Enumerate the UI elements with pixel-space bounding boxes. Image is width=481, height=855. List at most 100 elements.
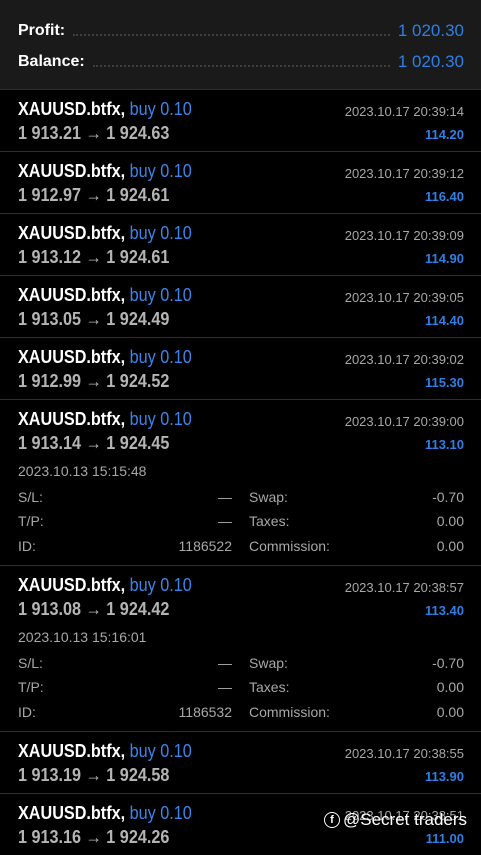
open-price: 1 912.97 [18, 185, 82, 205]
open-time: 2023.10.13 15:15:48 [18, 463, 147, 479]
trade-prices: 1 913.19 → 1 924.58 [18, 765, 169, 786]
arrow-right-icon: → [85, 765, 102, 785]
trade-direction: buy 0.10 [129, 223, 192, 243]
trade-profit: 111.00 [425, 831, 464, 846]
balance-label: Balance: [18, 53, 85, 70]
symbol-name: XAUUSD.btfx, [18, 223, 126, 243]
trade-row[interactable]: XAUUSD.btfx, buy 0.10 1 913.21 → 1 924.63… [0, 89, 481, 151]
trade-symbol: XAUUSD.btfx, buy 0.10 [18, 285, 192, 306]
open-price: 1 912.99 [18, 371, 82, 391]
open-price: 1 913.12 [18, 247, 82, 267]
close-time: 2023.10.17 20:39:00 [344, 414, 464, 429]
open-price: 1 913.14 [18, 433, 82, 453]
close-price: 1 924.42 [106, 599, 170, 619]
trade-prices: 1 912.97 → 1 924.61 [18, 185, 169, 206]
trade-row[interactable]: XAUUSD.btfx, buy 0.10 1 912.99 → 1 924.52… [0, 337, 481, 399]
trade-row[interactable]: XAUUSD.btfx, buy 0.10 1 913.05 → 1 924.49… [0, 275, 481, 337]
open-price: 1 913.21 [18, 123, 82, 143]
trade-prices: 1 913.08 → 1 924.42 [18, 599, 169, 620]
arrow-right-icon: → [85, 599, 102, 619]
trade-row[interactable]: XAUUSD.btfx, buy 0.10 1 913.19 → 1 924.58… [0, 731, 481, 793]
close-price: 1 924.49 [106, 309, 170, 329]
profit-row: Profit: 1 020.30 [18, 19, 464, 43]
tp-label: T/P: [18, 679, 44, 695]
profit-label: Profit: [18, 22, 66, 39]
taxes-label: Taxes: [249, 679, 290, 695]
watermark-text: @Secret traders [343, 810, 468, 829]
commission-value: 0.00 [436, 704, 464, 720]
trade-profit: 113.40 [424, 603, 464, 618]
trade-symbol: XAUUSD.btfx, buy 0.10 [18, 409, 192, 430]
close-price: 1 924.63 [106, 123, 170, 143]
trade-profit: 114.20 [424, 127, 464, 142]
close-time: 2023.10.17 20:39:05 [344, 290, 464, 305]
tp-label: T/P: [18, 513, 44, 529]
close-time: 2023.10.17 20:38:57 [344, 580, 464, 595]
arrow-right-icon: → [85, 123, 102, 143]
arrow-right-icon: → [85, 433, 102, 453]
trade-row[interactable]: XAUUSD.btfx, buy 0.10 1 913.08 → 1 924.42… [0, 565, 481, 731]
trade-profit: 113.90 [424, 769, 464, 784]
trade-direction: buy 0.10 [129, 161, 192, 181]
open-price: 1 913.16 [18, 827, 82, 847]
trade-symbol: XAUUSD.btfx, buy 0.10 [18, 223, 192, 244]
trade-profit: 116.40 [424, 189, 464, 204]
commission-value: 0.00 [436, 538, 464, 554]
trade-row[interactable]: XAUUSD.btfx, buy 0.10 1 913.12 → 1 924.61… [0, 213, 481, 275]
symbol-name: XAUUSD.btfx, [18, 99, 126, 119]
taxes-value: 0.00 [436, 679, 464, 695]
close-time: 2023.10.17 20:39:12 [344, 166, 464, 181]
close-price: 1 924.26 [106, 827, 170, 847]
trade-row[interactable]: XAUUSD.btfx, buy 0.10 1 913.14 → 1 924.45… [0, 399, 481, 565]
id-value: 1186522 [178, 538, 232, 554]
trade-row[interactable]: XAUUSD.btfx, buy 0.10 1 912.97 → 1 924.61… [0, 151, 481, 213]
taxes-value: 0.00 [436, 513, 464, 529]
trade-direction: buy 0.10 [129, 741, 192, 761]
trade-profit: 114.40 [424, 313, 464, 328]
trade-symbol: XAUUSD.btfx, buy 0.10 [18, 99, 192, 120]
id-value: 1186532 [178, 704, 232, 720]
trade-prices: 1 913.14 → 1 924.45 [18, 433, 169, 454]
symbol-name: XAUUSD.btfx, [18, 409, 126, 429]
arrow-right-icon: → [85, 309, 102, 329]
trade-prices: 1 913.21 → 1 924.63 [18, 123, 169, 144]
swap-label: Swap: [249, 655, 288, 671]
tp-value: — [218, 679, 232, 695]
close-price: 1 924.45 [106, 433, 170, 453]
profit-value: 1 020.30 [397, 21, 464, 40]
open-price: 1 913.19 [18, 765, 82, 785]
trade-symbol: XAUUSD.btfx, buy 0.10 [18, 161, 192, 182]
watermark: f @Secret traders [324, 810, 467, 830]
trade-symbol: XAUUSD.btfx, buy 0.10 [18, 803, 192, 824]
trade-prices: 1 913.16 → 1 924.26 [18, 827, 169, 848]
close-time: 2023.10.17 20:39:02 [344, 352, 464, 367]
trade-prices: 1 913.12 → 1 924.61 [18, 247, 169, 268]
close-time: 2023.10.17 20:39:14 [344, 104, 464, 119]
trade-direction: buy 0.10 [129, 285, 192, 305]
arrow-right-icon: → [85, 247, 102, 267]
taxes-label: Taxes: [249, 513, 290, 529]
open-price: 1 913.05 [18, 309, 82, 329]
trade-direction: buy 0.10 [129, 575, 192, 595]
close-price: 1 924.61 [106, 185, 170, 205]
close-price: 1 924.58 [106, 765, 170, 785]
symbol-name: XAUUSD.btfx, [18, 347, 126, 367]
trade-symbol: XAUUSD.btfx, buy 0.10 [18, 347, 192, 368]
trade-symbol: XAUUSD.btfx, buy 0.10 [18, 575, 192, 596]
trade-profit: 114.90 [424, 251, 464, 266]
swap-value: -0.70 [432, 655, 464, 671]
symbol-name: XAUUSD.btfx, [18, 741, 126, 761]
sl-value: — [218, 489, 232, 505]
trade-direction: buy 0.10 [129, 803, 192, 823]
account-summary: Profit: 1 020.30 Balance: 1 020.30 [0, 0, 481, 89]
facebook-icon: f [324, 812, 340, 828]
swap-value: -0.70 [432, 489, 464, 505]
trade-profit: 115.30 [424, 375, 464, 390]
arrow-right-icon: → [85, 185, 102, 205]
dotted-leader [73, 32, 390, 36]
trade-prices: 1 912.99 → 1 924.52 [18, 371, 169, 392]
swap-label: Swap: [249, 489, 288, 505]
trade-direction: buy 0.10 [129, 409, 192, 429]
trade-direction: buy 0.10 [129, 347, 192, 367]
trade-direction: buy 0.10 [129, 99, 192, 119]
